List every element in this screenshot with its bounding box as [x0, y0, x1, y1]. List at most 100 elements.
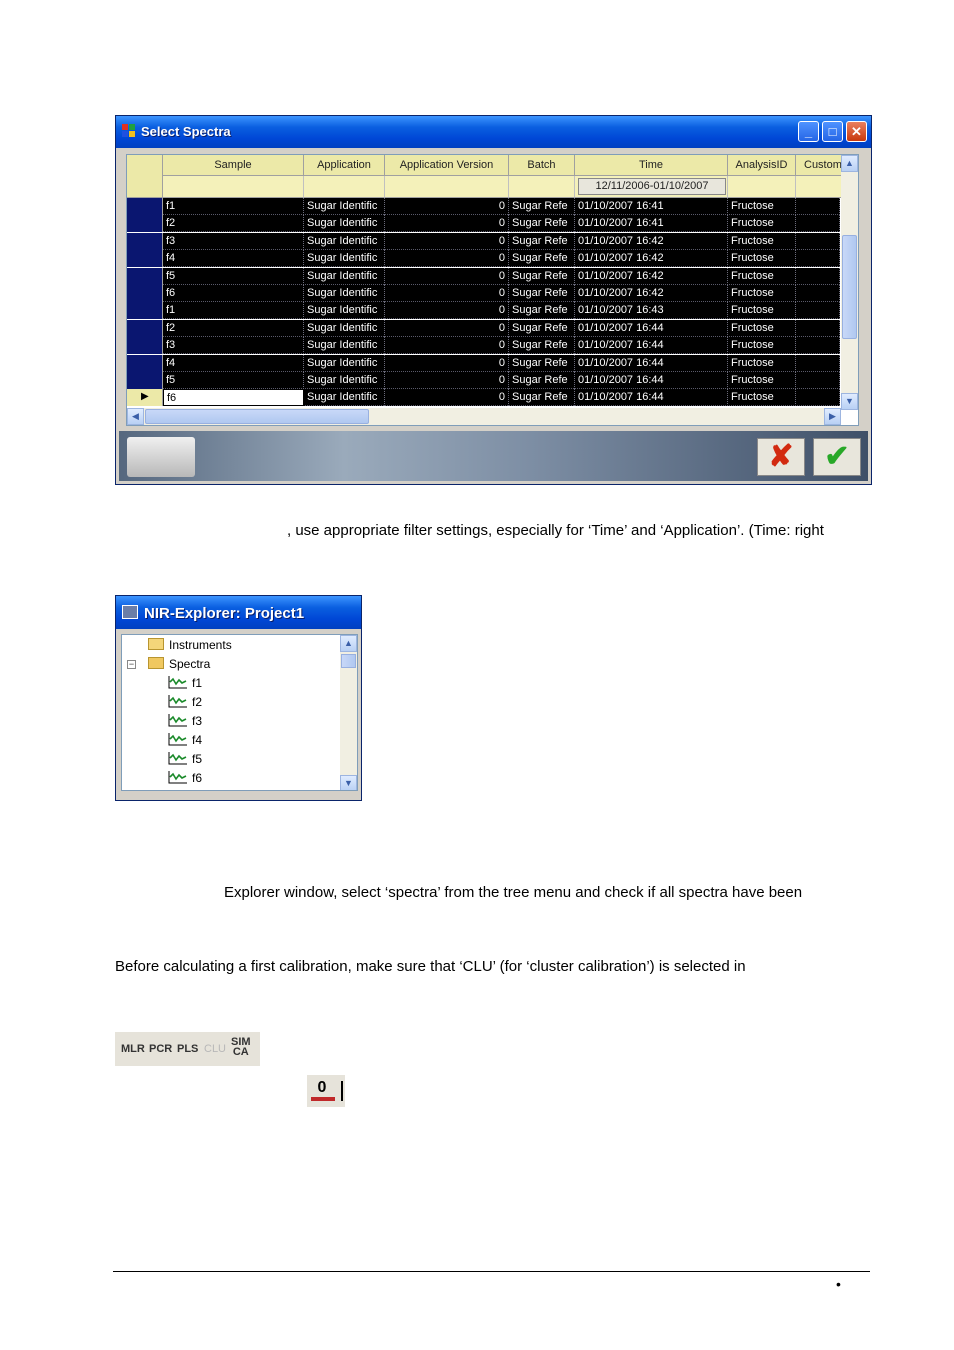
row-header[interactable] [127, 215, 163, 232]
cell-batch[interactable]: Sugar Refe [509, 337, 575, 354]
editing-cell-sample[interactable]: f6 [163, 389, 304, 406]
table-row[interactable]: f6 Sugar Identific 0 Sugar Refe 01/10/2007 1… [163, 389, 840, 406]
cell-sample[interactable]: f5 [163, 268, 304, 285]
cell-application[interactable]: Sugar Identific [304, 268, 385, 285]
cell-batch[interactable]: Sugar Refe [509, 198, 575, 215]
cell-version[interactable]: 0 [385, 268, 509, 285]
row-header[interactable] [127, 250, 163, 267]
table-row[interactable]: f4 Sugar Identific 0 Sugar Refe 01/10/2007 1… [163, 250, 840, 267]
mlr-button[interactable]: MLR [121, 1043, 145, 1055]
cell-custom[interactable] [796, 337, 840, 354]
row-header[interactable] [127, 337, 163, 354]
scroll-left-icon[interactable]: ◀ [127, 408, 144, 425]
row-header[interactable] [127, 233, 163, 250]
cell-custom[interactable] [796, 302, 840, 319]
time-filter-value[interactable]: 12/11/2006-01/10/2007 [578, 178, 726, 195]
row-header[interactable] [127, 355, 163, 372]
cell-application[interactable]: Sugar Identific [304, 389, 385, 406]
table-row[interactable]: f3 Sugar Identific 0 Sugar Refe 01/10/2007 1… [163, 233, 840, 250]
cell-version[interactable]: 0 [385, 372, 509, 389]
tree-scroll-thumb[interactable] [341, 654, 356, 668]
horizontal-scroll-thumb[interactable] [145, 409, 369, 424]
tree-node-spectrum[interactable]: f2 [168, 693, 202, 712]
cell-sample[interactable]: f3 [163, 233, 304, 250]
cell-time[interactable]: 01/10/2007 16:44 [575, 372, 728, 389]
filter-custom[interactable] [796, 176, 843, 198]
cell-analysis[interactable]: Fructose [728, 233, 796, 250]
project-tree[interactable]: Instruments − Spectra f1 f2 f3 f4 f5 f6 ▲ ▼ [121, 634, 358, 791]
minimize-button[interactable]: _ [798, 121, 819, 142]
cell-analysis[interactable]: Fructose [728, 198, 796, 215]
cell-version[interactable]: 0 [385, 215, 509, 232]
row-header[interactable]: ▶ [127, 389, 163, 406]
column-header-batch[interactable]: Batch [509, 155, 575, 176]
tree-node-spectrum[interactable]: f5 [168, 750, 202, 769]
cell-sample[interactable]: f5 [163, 372, 304, 389]
title-bar[interactable]: Select Spectra _ □ ✕ [116, 116, 871, 148]
cell-version[interactable]: 0 [385, 337, 509, 354]
cell-sample[interactable]: f2 [163, 215, 304, 232]
cell-time[interactable]: 01/10/2007 16:42 [575, 285, 728, 302]
pcr-button[interactable]: PCR [149, 1043, 172, 1055]
column-header-sample[interactable]: Sample [163, 155, 304, 176]
cell-analysis[interactable]: Fructose [728, 215, 796, 232]
cell-batch[interactable]: Sugar Refe [509, 215, 575, 232]
cell-custom[interactable] [796, 250, 840, 267]
cell-batch[interactable]: Sugar Refe [509, 355, 575, 372]
cell-time[interactable]: 01/10/2007 16:42 [575, 268, 728, 285]
table-row[interactable]: f2 Sugar Identific 0 Sugar Refe 01/10/2007 1… [163, 215, 840, 232]
cell-version[interactable]: 0 [385, 320, 509, 337]
cell-application[interactable]: Sugar Identific [304, 355, 385, 372]
table-row[interactable]: f4 Sugar Identific 0 Sugar Refe 01/10/2007 1… [163, 355, 840, 372]
horizontal-scrollbar[interactable]: ◀ ▶ [127, 408, 841, 425]
collapse-spectra-icon[interactable]: − [127, 660, 136, 669]
tree-node-spectrum[interactable]: f6 [168, 769, 202, 788]
cell-sample[interactable]: f6 [163, 285, 304, 302]
row-header[interactable] [127, 285, 163, 302]
cell-version[interactable]: 0 [385, 389, 509, 406]
cell-time[interactable]: 01/10/2007 16:43 [575, 302, 728, 319]
table-row[interactable]: f3 Sugar Identific 0 Sugar Refe 01/10/2007 1… [163, 337, 840, 354]
cell-custom[interactable] [796, 285, 840, 302]
cell-custom[interactable] [796, 215, 840, 232]
tree-node-spectrum[interactable]: f3 [168, 712, 202, 731]
cell-batch[interactable]: Sugar Refe [509, 233, 575, 250]
cell-application[interactable]: Sugar Identific [304, 372, 385, 389]
cell-batch[interactable]: Sugar Refe [509, 285, 575, 302]
cell-analysis[interactable]: Fructose [728, 285, 796, 302]
cell-sample[interactable]: f3 [163, 337, 304, 354]
row-header[interactable] [127, 198, 163, 215]
cell-application[interactable]: Sugar Identific [304, 320, 385, 337]
tree-node-spectra[interactable]: Spectra [148, 655, 210, 674]
cell-time[interactable]: 01/10/2007 16:41 [575, 215, 728, 232]
filter-sample[interactable] [163, 176, 304, 198]
nir-title-bar[interactable]: NIR-Explorer: Project1 [116, 596, 361, 629]
close-button[interactable]: ✕ [846, 121, 867, 142]
cell-application[interactable]: Sugar Identific [304, 198, 385, 215]
cell-custom[interactable] [796, 233, 840, 250]
cell-analysis[interactable]: Fructose [728, 250, 796, 267]
row-header[interactable] [127, 268, 163, 285]
cell-time[interactable]: 01/10/2007 16:44 [575, 355, 728, 372]
table-row[interactable]: f5 Sugar Identific 0 Sugar Refe 01/10/2007 1… [163, 372, 840, 389]
cell-time[interactable]: 01/10/2007 16:42 [575, 233, 728, 250]
cell-sample[interactable]: f2 [163, 320, 304, 337]
cell-application[interactable]: Sugar Identific [304, 337, 385, 354]
cell-sample[interactable]: f1 [163, 302, 304, 319]
cell-custom[interactable] [796, 268, 840, 285]
vertical-scroll-thumb[interactable] [842, 235, 857, 339]
pls-button[interactable]: PLS [177, 1043, 198, 1055]
row-header[interactable] [127, 302, 163, 319]
cell-application[interactable]: Sugar Identific [304, 233, 385, 250]
cell-batch[interactable]: Sugar Refe [509, 268, 575, 285]
cell-version[interactable]: 0 [385, 355, 509, 372]
cell-application[interactable]: Sugar Identific [304, 250, 385, 267]
column-header-custom[interactable]: Custom [796, 155, 843, 176]
cell-batch[interactable]: Sugar Refe [509, 250, 575, 267]
table-row[interactable]: f1 Sugar Identific 0 Sugar Refe 01/10/2007 1… [163, 302, 840, 319]
cell-version[interactable]: 0 [385, 250, 509, 267]
column-header-analysisid[interactable]: AnalysisID [728, 155, 796, 176]
filter-batch[interactable] [509, 176, 575, 198]
row-header[interactable] [127, 372, 163, 389]
cell-batch[interactable]: Sugar Refe [509, 320, 575, 337]
